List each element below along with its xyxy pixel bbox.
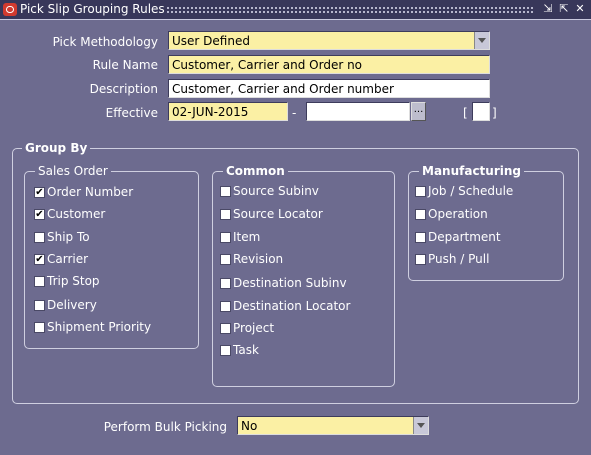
descriptive-flexfield[interactable] — [472, 102, 490, 121]
item-checkbox[interactable] — [220, 232, 231, 243]
revision-checkbox[interactable] — [220, 254, 231, 265]
order-number-label: Order Number — [47, 185, 134, 199]
maximize-icon[interactable]: ⇱ — [557, 2, 571, 16]
department-checkbox[interactable] — [415, 232, 426, 243]
delivery-checkbox[interactable] — [34, 300, 45, 311]
project-label: Project — [233, 321, 275, 335]
oracle-logo-icon — [3, 3, 17, 16]
pick-methodology-select[interactable]: User Defined — [168, 31, 490, 50]
bulk-picking-select[interactable]: No — [237, 416, 429, 435]
common-title: Common — [223, 164, 288, 178]
department-label: Department — [428, 230, 501, 244]
ship-to-label: Ship To — [47, 230, 90, 244]
task-checkbox[interactable] — [220, 345, 231, 356]
push-pull-label: Push / Pull — [428, 252, 490, 266]
pick-methodology-label: Pick Methodology — [52, 35, 158, 49]
trip-stop-checkbox[interactable] — [34, 276, 45, 287]
group-by-title: Group By — [22, 141, 91, 155]
job-schedule-checkbox[interactable] — [415, 186, 426, 197]
source-locator-checkbox[interactable] — [220, 209, 231, 220]
window-title: Pick Slip Grouping Rules — [20, 2, 165, 16]
shipment-priority-label: Shipment Priority — [47, 320, 152, 334]
window-titlebar: Pick Slip Grouping Rules ⇲ ⇱ ✕ — [0, 0, 591, 20]
destination-subinv-label: Destination Subinv — [233, 276, 347, 290]
pick-methodology-value: User Defined — [172, 34, 250, 48]
source-subinv-checkbox[interactable] — [220, 186, 231, 197]
effective-separator: - — [292, 106, 297, 120]
destination-subinv-checkbox[interactable] — [220, 278, 231, 289]
task-label: Task — [233, 343, 259, 357]
ship-to-checkbox[interactable] — [34, 232, 45, 243]
sales-order-title: Sales Order — [35, 164, 111, 178]
destination-locator-checkbox[interactable] — [220, 301, 231, 312]
description-label: Description — [89, 82, 158, 96]
destination-locator-label: Destination Locator — [233, 299, 351, 313]
effective-label: Effective — [105, 106, 158, 120]
close-bracket: ] — [492, 106, 497, 120]
chevron-down-icon[interactable] — [413, 417, 428, 434]
job-schedule-label: Job / Schedule — [428, 184, 514, 198]
date-picker-button[interactable]: ... — [411, 102, 426, 121]
carrier-checkbox[interactable]: ✔ — [34, 254, 45, 265]
open-bracket: [ — [463, 106, 468, 120]
source-locator-label: Source Locator — [233, 207, 323, 221]
customer-checkbox[interactable]: ✔ — [34, 209, 45, 220]
manufacturing-title: Manufacturing — [419, 164, 524, 178]
revision-label: Revision — [233, 252, 284, 266]
source-subinv-label: Source Subinv — [233, 184, 319, 198]
effective-from-input[interactable]: 02-JUN-2015 — [168, 102, 288, 121]
effective-to-input[interactable] — [306, 102, 410, 121]
rule-name-input[interactable]: Customer, Carrier and Order no — [168, 55, 490, 74]
minimize-icon[interactable]: ⇲ — [541, 2, 555, 16]
chevron-down-icon[interactable] — [474, 32, 489, 49]
order-number-checkbox[interactable]: ✔ — [34, 187, 45, 198]
bulk-picking-value: No — [241, 419, 258, 433]
push-pull-checkbox[interactable] — [415, 254, 426, 265]
customer-label: Customer — [47, 207, 106, 221]
carrier-label: Carrier — [47, 252, 89, 266]
titlebar-grip — [166, 6, 534, 13]
project-checkbox[interactable] — [220, 323, 231, 334]
trip-stop-label: Trip Stop — [47, 274, 100, 288]
operation-label: Operation — [428, 207, 488, 221]
delivery-label: Delivery — [47, 298, 97, 312]
description-input[interactable]: Customer, Carrier and Order number — [168, 79, 490, 98]
item-label: Item — [233, 230, 261, 244]
shipment-priority-checkbox[interactable] — [34, 322, 45, 333]
rule-name-label: Rule Name — [92, 58, 158, 72]
bulk-picking-label: Perform Bulk Picking — [103, 420, 227, 434]
close-icon[interactable]: ✕ — [573, 2, 587, 16]
operation-checkbox[interactable] — [415, 209, 426, 220]
